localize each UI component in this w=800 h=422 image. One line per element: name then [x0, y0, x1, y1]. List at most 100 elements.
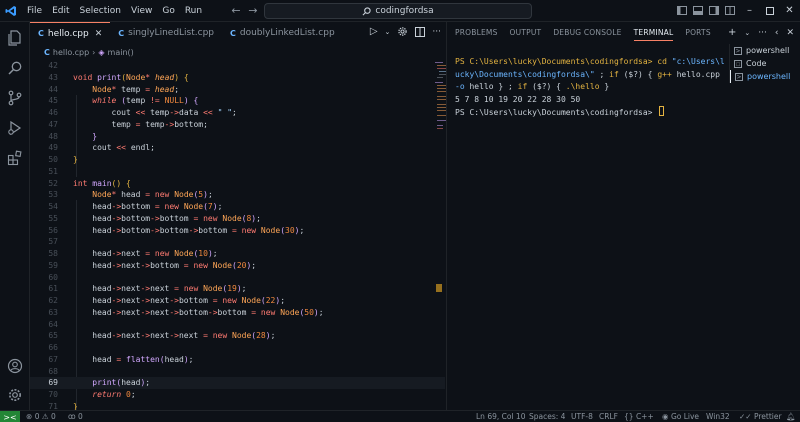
- terminal-instance-code[interactable]: ☐ Code: [730, 57, 800, 70]
- breadcrumb-file[interactable]: hello.cpp: [53, 48, 89, 57]
- code-line[interactable]: 67 head = flatten(head);: [30, 354, 445, 366]
- menu-file[interactable]: File: [22, 0, 47, 22]
- code-line[interactable]: 42: [30, 60, 445, 72]
- panel-tab-terminal[interactable]: TERMINAL: [633, 28, 674, 41]
- code-line[interactable]: 65 head->next->next->next = new Node(28)…: [30, 330, 445, 342]
- command-center-label: codingfordsa: [375, 6, 434, 16]
- toggle-sidebar-icon[interactable]: [674, 3, 689, 18]
- status-bar: >< ⊗ 0 ⚠ 0 ꝏ 0 Ln 69, Col 10 Spaces: 4 U…: [0, 410, 800, 422]
- code-line[interactable]: 56 head->bottom->bottom->bottom = new No…: [30, 225, 445, 237]
- cursor-position[interactable]: Ln 69, Col 10: [476, 411, 525, 422]
- line-number: 67: [48, 354, 58, 364]
- run-debug-icon[interactable]: [5, 118, 25, 138]
- title-bar: File Edit Selection View Go Run ← → codingfor…: [0, 0, 800, 22]
- search-icon[interactable]: [5, 58, 25, 78]
- extensions-icon[interactable]: [5, 148, 25, 168]
- ports-status[interactable]: ꝏ 0: [68, 411, 83, 422]
- menu-edit[interactable]: Edit: [47, 0, 74, 22]
- terminal-output[interactable]: PS C:\Users\lucky\Documents\codingfordsa…: [455, 56, 725, 120]
- code-text: Node* temp = head;: [92, 84, 180, 94]
- code-editor[interactable]: 42 43 void print(Node* head) {44 Node* tem…: [30, 60, 445, 413]
- code-line[interactable]: 59 head->next->bottom = new Node(20);: [30, 260, 445, 272]
- new-terminal-plus-icon[interactable]: +: [728, 27, 736, 38]
- code-line[interactable]: 64: [30, 319, 445, 331]
- code-line[interactable]: 52 int main() {: [30, 178, 445, 190]
- prettier-status[interactable]: ✓✓ Prettier: [739, 411, 782, 422]
- close-tab-icon[interactable]: ✕: [95, 29, 103, 39]
- settings-gear-icon[interactable]: [397, 26, 408, 37]
- code-line[interactable]: 43 void print(Node* head) {: [30, 72, 445, 84]
- code-line[interactable]: 46 cout << temp->data << " ";: [30, 107, 445, 119]
- panel-tab-debug-console[interactable]: DEBUG CONSOLE: [553, 28, 621, 41]
- code-line[interactable]: 55 head->bottom->bottom = new Node(8);: [30, 213, 445, 225]
- go-live-button[interactable]: ◉ Go Live: [662, 411, 699, 422]
- command-center-search[interactable]: codingfordsa: [264, 3, 532, 19]
- run-dropdown-chevron-icon[interactable]: ⌄: [385, 28, 391, 36]
- code-line[interactable]: 60: [30, 272, 445, 284]
- editor-tab-hello-cpp[interactable]: Chello.cpp ✕: [30, 22, 111, 44]
- code-line[interactable]: 48 }: [30, 131, 445, 143]
- more-actions-icon[interactable]: ···: [432, 27, 441, 37]
- code-line[interactable]: 49 cout << endl;: [30, 142, 445, 154]
- split-editor-icon[interactable]: [415, 26, 426, 37]
- code-line[interactable]: 54 head->bottom = new Node(7);: [30, 201, 445, 213]
- panel-tab-problems[interactable]: PROBLEMS: [455, 28, 498, 41]
- code-line[interactable]: 63 head->next->next->bottom->bottom = ne…: [30, 307, 445, 319]
- close-window-icon[interactable]: ✕: [782, 3, 797, 18]
- editor-tab-singlylinedlist-cpp[interactable]: CsinglyLinedList.cpp: [110, 22, 222, 44]
- menu-go[interactable]: Go: [157, 0, 179, 22]
- run-file-icon[interactable]: ▷: [370, 26, 378, 37]
- code-line[interactable]: 69 print(head);: [30, 377, 445, 389]
- code-line[interactable]: 51: [30, 166, 445, 178]
- terminal-instance-powershell[interactable]: > powershell: [730, 44, 800, 57]
- problems-status[interactable]: ⊗ 0 ⚠ 0: [26, 411, 56, 422]
- account-icon[interactable]: [5, 356, 25, 376]
- terminal-dropdown-chevron-icon[interactable]: ⌄: [744, 29, 750, 37]
- code-line[interactable]: 44 Node* temp = head;: [30, 84, 445, 96]
- terminal-instance-label: powershell: [747, 72, 791, 81]
- code-line[interactable]: 61 head->next->next = new Node(19);: [30, 283, 445, 295]
- breadcrumb-symbol[interactable]: main(): [108, 48, 134, 57]
- code-line[interactable]: 68: [30, 366, 445, 378]
- platform[interactable]: Win32: [706, 411, 730, 422]
- remote-indicator-button[interactable]: ><: [0, 411, 20, 422]
- settings-gear-icon[interactable]: [5, 385, 25, 405]
- code-line[interactable]: 66: [30, 342, 445, 354]
- terminal-instance-powershell[interactable]: > powershell: [730, 70, 800, 83]
- line-ending[interactable]: CRLF: [599, 411, 618, 422]
- code-text: head->next->bottom = new Node(20);: [73, 260, 257, 270]
- menu-view[interactable]: View: [126, 0, 157, 22]
- more-actions-icon[interactable]: ···: [758, 28, 767, 38]
- terminal-instance-label: Code: [746, 59, 767, 68]
- forward-arrow-icon[interactable]: →: [246, 4, 260, 18]
- toggle-secondary-sidebar-icon[interactable]: [706, 3, 721, 18]
- code-line[interactable]: 70 return 0;: [30, 389, 445, 401]
- code-line[interactable]: 53 Node* head = new Node(5);: [30, 189, 445, 201]
- code-line[interactable]: 58 head->next = new Node(10);: [30, 248, 445, 260]
- chevron-left-icon[interactable]: ‹: [775, 28, 779, 38]
- toggle-panel-icon[interactable]: [690, 3, 705, 18]
- code-line[interactable]: 50}: [30, 154, 445, 166]
- source-control-icon[interactable]: [5, 88, 25, 108]
- panel-tab-ports[interactable]: PORTS: [685, 28, 710, 41]
- customize-layout-icon[interactable]: [722, 3, 737, 18]
- panel-tab-output[interactable]: OUTPUT: [510, 28, 542, 41]
- indentation[interactable]: Spaces: 4: [529, 411, 565, 422]
- explorer-icon[interactable]: [5, 28, 25, 48]
- language-mode[interactable]: {} C++: [624, 411, 654, 422]
- code-line[interactable]: 57: [30, 236, 445, 248]
- editor-tab-doublylinkedlist-cpp[interactable]: CdoublyLinkedList.cpp: [222, 22, 343, 44]
- code-line[interactable]: 47 temp = temp->bottom;: [30, 119, 445, 131]
- close-panel-icon[interactable]: ✕: [786, 28, 794, 38]
- code-line[interactable]: 45 while (temp != NULL) {: [30, 95, 445, 107]
- menu-selection[interactable]: Selection: [75, 0, 126, 22]
- line-number: 45: [48, 96, 58, 106]
- back-arrow-icon[interactable]: ←: [229, 4, 243, 18]
- scrollbar-marker[interactable]: [436, 284, 442, 292]
- maximize-icon[interactable]: [762, 3, 777, 18]
- menu-run[interactable]: Run: [180, 0, 207, 22]
- notifications-bell-icon[interactable]: 🔔︎: [786, 411, 796, 422]
- minimize-icon[interactable]: –: [742, 3, 757, 18]
- encoding[interactable]: UTF-8: [571, 411, 593, 422]
- code-line[interactable]: 62 head->next->next->bottom = new Node(2…: [30, 295, 445, 307]
